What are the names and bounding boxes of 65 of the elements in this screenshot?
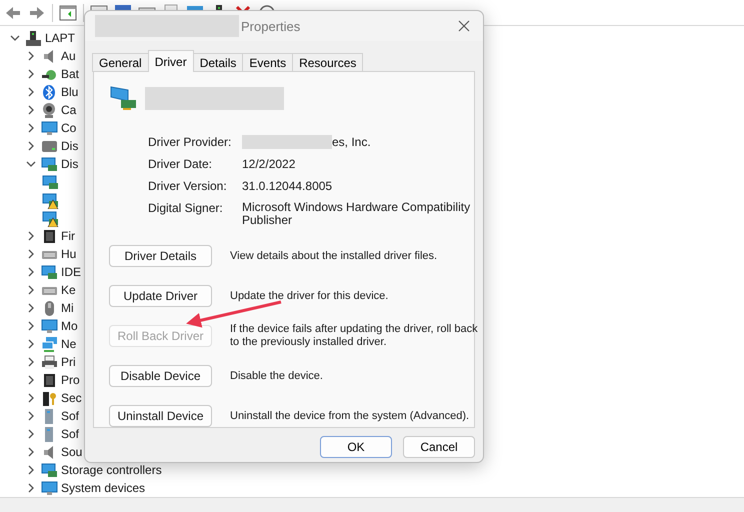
panel-icon[interactable] [59,4,77,22]
tab[interactable]: Resources [292,53,364,72]
tree-item[interactable]: Blu [61,85,78,99]
field-label: Driver Date: [148,157,214,171]
action-description: If the device fails after updating the driver, roll back to the previously installed driver. [230,323,478,349]
chip-icon [41,372,58,388]
tree-item[interactable]: Au [61,49,76,63]
monitor-icon [41,480,58,496]
printer-icon [41,354,58,370]
field-label: Driver Provider: [148,135,232,149]
tree-item[interactable]: Hu [61,247,76,261]
tree-item[interactable]: LAPT [45,31,76,45]
field-value: es, Inc. [332,136,371,148]
network-icon [41,336,58,352]
field-label: Digital Signer: [148,201,224,217]
tree-item[interactable]: Ca [61,103,76,117]
tree-item[interactable]: Sof [61,409,80,423]
tree-item[interactable]: Mi [61,301,74,315]
display-adapter-icon [41,156,58,172]
action-description: Uninstall the device from the system (Advanced). [230,410,470,422]
window-title: Properties [241,18,302,34]
action-description: Update the driver for this device. [230,290,390,302]
tree-item[interactable]: Sou [61,445,82,459]
tree-item[interactable]: Dis [61,139,78,153]
tree-item[interactable]: Fir [61,229,75,243]
field-label: Driver Version: [148,179,228,193]
tree-item[interactable]: Sof [61,427,80,441]
tab[interactable]: General [92,53,149,72]
tree-item[interactable]: Sec [61,391,82,405]
display-adapter-icon [41,462,58,478]
tree-item[interactable]: Storage controllers [61,463,162,477]
dialog-button[interactable]: Cancel [403,436,475,458]
tree-item[interactable]: System devices [61,481,146,495]
tree-item[interactable]: Bat [61,67,80,81]
tree-item[interactable]: Co [61,121,76,135]
tab[interactable]: Driver [148,50,194,72]
field-value: Microsoft Windows Hardware Compatibility Publisher [242,201,472,227]
tree-item[interactable]: Pro [61,373,80,387]
chevron-down-icon[interactable] [10,33,20,43]
computer-icon [25,30,42,46]
display-adapter-icon [41,264,58,280]
close-icon[interactable] [457,19,471,33]
action-button[interactable]: Update Driver [109,285,212,307]
action-description: Disable the device. [230,370,324,382]
tree-item[interactable]: IDE [61,265,82,279]
action-button[interactable]: Uninstall Device [109,405,212,427]
tree-item[interactable]: Pri [61,355,76,369]
monitor-icon [41,318,58,334]
action-button[interactable]: Driver Details [109,245,212,267]
tree-item[interactable]: Ke [61,283,76,297]
action-button[interactable]: Disable Device [109,365,212,387]
chip-icon [41,228,58,244]
tree-item[interactable]: Ne [61,337,76,351]
bluetooth-icon [41,84,58,100]
tree-item[interactable]: Mo [61,319,78,333]
server-key-icon [41,390,58,406]
action-description: View details about the installed driver files. [230,250,438,262]
monitor-icon [41,120,58,136]
chevron-down-icon[interactable] [26,159,36,169]
display-adapter-icon [109,84,137,112]
webcam-icon [41,102,58,118]
tree-item[interactable]: Dis [61,157,78,171]
field-value: 31.0.12044.8005 [242,180,332,192]
field-value: 12/2/2022 [242,158,296,170]
dialog-button[interactable]: OK [320,436,392,458]
